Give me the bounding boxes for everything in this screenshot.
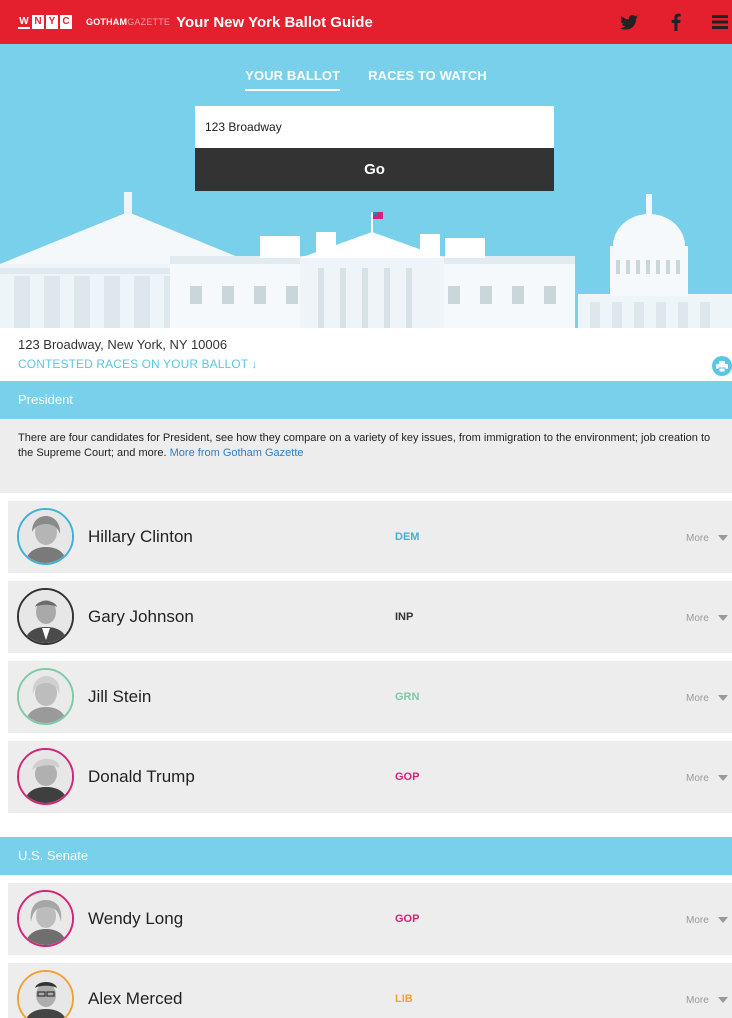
print-icon[interactable]	[712, 356, 732, 376]
gotham-gazette-link[interactable]: More from Gotham Gazette	[170, 447, 304, 459]
chevron-down-icon[interactable]	[718, 535, 728, 541]
twitter-icon[interactable]	[619, 12, 639, 32]
more-link[interactable]: More	[686, 773, 709, 784]
contested-races-link[interactable]: CONTESTED RACES ON YOUR BALLOT ↓	[18, 357, 257, 371]
more-link[interactable]: More	[686, 693, 709, 704]
facebook-icon[interactable]	[666, 12, 686, 32]
wnyc-letter: Y	[46, 15, 58, 29]
more-link[interactable]: More	[686, 915, 709, 926]
candidate-name: Donald Trump	[88, 767, 195, 786]
tab-races-to-watch[interactable]: RACES TO WATCH	[368, 68, 487, 91]
more-link[interactable]: More	[686, 613, 709, 624]
candidate-row[interactable]: Jill Stein GRN More	[8, 661, 732, 733]
avatar	[17, 508, 74, 565]
candidate-name: Gary Johnson	[88, 607, 194, 626]
candidate-name: Alex Merced	[88, 989, 183, 1008]
avatar	[17, 890, 74, 947]
party-label: GOP	[395, 913, 420, 925]
candidate-row[interactable]: Wendy Long GOP More	[8, 883, 732, 955]
nav-tabs: YOUR BALLOT RACES TO WATCH	[0, 68, 732, 91]
avatar	[17, 588, 74, 645]
top-bar: W N Y C GOTHAMGAZETTE Your New York Ball…	[0, 0, 732, 44]
section-heading-president: President	[0, 381, 732, 419]
candidate-row[interactable]: Gary Johnson INP More	[8, 581, 732, 653]
gotham-gazette-logo[interactable]: GOTHAMGAZETTE	[86, 17, 170, 27]
more-link[interactable]: More	[686, 533, 709, 544]
capitol-skyline-illustration	[0, 192, 732, 328]
avatar	[17, 668, 74, 725]
avatar	[17, 748, 74, 805]
wnyc-letter: N	[32, 15, 44, 29]
tab-your-ballot[interactable]: YOUR BALLOT	[245, 68, 341, 91]
section-heading-senate: U.S. Senate	[0, 837, 732, 875]
candidate-name: Jill Stein	[88, 687, 152, 706]
wnyc-letter: W	[18, 16, 30, 29]
party-label: GRN	[395, 691, 420, 703]
gotham-text: GOTHAM	[86, 17, 128, 27]
wnyc-logo[interactable]: W N Y C	[18, 15, 72, 29]
chevron-down-icon[interactable]	[718, 695, 728, 701]
hamburger-menu-icon[interactable]	[710, 12, 730, 32]
president-description: There are four candidates for President,…	[0, 419, 732, 493]
candidate-name: Wendy Long	[88, 909, 184, 928]
candidate-row[interactable]: Alex Merced LIB More	[8, 963, 732, 1018]
candidate-name: Hillary Clinton	[88, 527, 193, 546]
chevron-down-icon[interactable]	[718, 997, 728, 1003]
party-label: LIB	[395, 993, 413, 1005]
party-label: DEM	[395, 531, 420, 543]
site-title: Your New York Ballot Guide	[176, 13, 373, 31]
gazette-text: GAZETTE	[127, 17, 171, 27]
chevron-down-icon[interactable]	[718, 775, 728, 781]
chevron-down-icon[interactable]	[718, 615, 728, 621]
avatar	[17, 970, 74, 1018]
ballot-address: 123 Broadway, New York, NY 10006	[18, 337, 228, 352]
wnyc-letter: C	[60, 15, 72, 29]
description-text: There are four candidates for President,…	[18, 432, 711, 459]
chevron-down-icon[interactable]	[718, 917, 728, 923]
candidate-row[interactable]: Hillary Clinton DEM More	[8, 501, 732, 573]
party-label: GOP	[395, 771, 420, 783]
more-link[interactable]: More	[686, 995, 709, 1006]
party-label: INP	[395, 611, 414, 623]
candidate-row[interactable]: Donald Trump GOP More	[8, 741, 732, 813]
address-search-input[interactable]	[195, 106, 554, 148]
hero-banner: YOUR BALLOT RACES TO WATCH Go	[0, 44, 732, 328]
